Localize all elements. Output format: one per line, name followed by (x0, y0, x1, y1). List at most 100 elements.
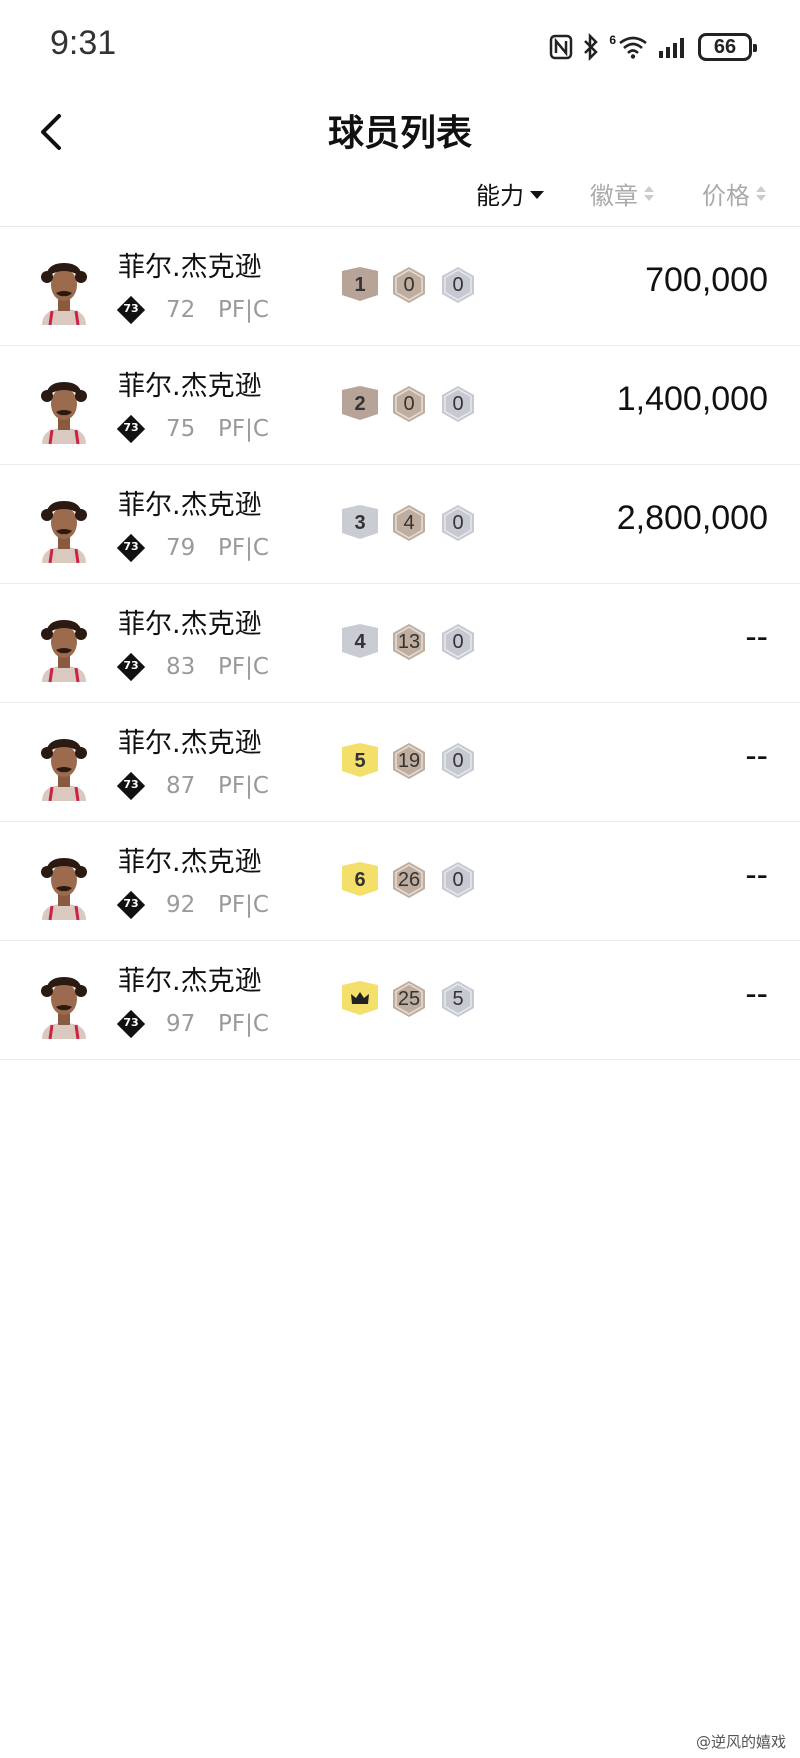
level-badge (340, 981, 380, 1017)
player-badges: 1 0 0 (340, 265, 478, 305)
player-row[interactable]: 菲尔.杰克逊 73 75 PF|C 2 0 0 1,400,000 (0, 346, 800, 465)
player-list: 菲尔.杰克逊 73 72 PF|C 1 0 0 700,000 菲尔.杰克逊 73 75 PF|C 2… (0, 227, 800, 1060)
player-name: 菲尔.杰克逊 (118, 847, 262, 878)
card-rating: 73 (123, 778, 139, 791)
sort-badge-button[interactable]: 徽章 (590, 176, 654, 211)
badge-count-value: 19 (397, 750, 421, 772)
player-price: -- (745, 856, 768, 894)
badge-count-hex: 13 (389, 622, 429, 662)
card-rating-diamond-icon: 73 (116, 890, 146, 920)
player-avatar (28, 729, 100, 802)
level-badge: 5 (340, 743, 380, 779)
badge-count-hex: 0 (389, 265, 429, 305)
player-row[interactable]: 菲尔.杰克逊 73 79 PF|C 3 4 0 2,800,000 (0, 465, 800, 584)
player-badges: 4 13 0 (340, 622, 478, 662)
status-time: 9:31 (50, 24, 117, 62)
player-row[interactable]: 菲尔.杰克逊 73 92 PF|C 6 26 0 -- (0, 822, 800, 941)
player-price: 700,000 (645, 261, 768, 299)
sort-price-label: 价格 (702, 182, 750, 210)
player-position: PF|C (218, 535, 269, 561)
sort-badge-label: 徽章 (590, 182, 638, 210)
player-avatar (28, 610, 100, 683)
battery-level: 66 (713, 35, 737, 58)
badge-count-hex: 0 (438, 860, 478, 900)
player-avatar (28, 372, 100, 445)
player-ovr: 72 (166, 297, 196, 323)
network-type-label: 6 (609, 33, 616, 47)
player-avatar (28, 491, 100, 564)
player-position: PF|C (218, 416, 269, 442)
player-price: -- (745, 975, 768, 1013)
card-rating: 73 (123, 659, 139, 672)
nfc-icon (550, 34, 573, 60)
player-ovr: 75 (166, 416, 196, 442)
player-row[interactable]: 菲尔.杰克逊 73 97 PF|C 25 5 -- (0, 941, 800, 1060)
badge-count-value: 0 (452, 274, 464, 296)
badge-count-hex: 4 (389, 503, 429, 543)
card-rating-diamond-icon: 73 (116, 533, 146, 563)
badge-count-value: 0 (452, 869, 464, 891)
status-icons: 6 66 (549, 30, 757, 64)
card-rating: 73 (123, 540, 139, 553)
sort-price-button[interactable]: 价格 (702, 176, 766, 211)
bluetooth-icon (584, 33, 599, 61)
player-row[interactable]: 菲尔.杰克逊 73 87 PF|C 5 19 0 -- (0, 703, 800, 822)
badge-count-value: 0 (403, 393, 415, 415)
badge-count-value: 26 (397, 869, 421, 891)
badge-count-hex: 0 (438, 741, 478, 781)
player-name: 菲尔.杰克逊 (118, 252, 262, 283)
player-row[interactable]: 菲尔.杰克逊 73 72 PF|C 1 0 0 700,000 (0, 227, 800, 346)
player-name: 菲尔.杰克逊 (118, 728, 262, 759)
badge-count-hex: 0 (438, 503, 478, 543)
status-bar: 9:31 6 66 (0, 0, 800, 90)
card-rating: 73 (123, 302, 139, 315)
level-badge: 2 (340, 386, 380, 422)
badge-count-hex: 26 (389, 860, 429, 900)
player-position: PF|C (218, 773, 269, 799)
player-avatar (28, 967, 100, 1040)
player-ovr: 97 (166, 1011, 196, 1037)
player-price: -- (745, 618, 768, 656)
card-rating-diamond-icon: 73 (116, 295, 146, 325)
signal-icon (659, 38, 684, 58)
player-ovr: 83 (166, 654, 196, 680)
badge-count-hex: 0 (389, 384, 429, 424)
player-ovr: 87 (166, 773, 196, 799)
player-name: 菲尔.杰克逊 (118, 371, 262, 402)
player-row[interactable]: 菲尔.杰克逊 73 83 PF|C 4 13 0 -- (0, 584, 800, 703)
player-position: PF|C (218, 1011, 269, 1037)
sort-ability-button[interactable]: 能力 (476, 176, 544, 211)
player-name: 菲尔.杰克逊 (118, 966, 262, 997)
player-badges: 2 0 0 (340, 384, 478, 424)
caret-down-icon (530, 191, 544, 199)
player-badges: 25 5 (340, 979, 478, 1019)
badge-count-hex: 25 (389, 979, 429, 1019)
player-badges: 5 19 0 (340, 741, 478, 781)
player-price: 1,400,000 (616, 380, 768, 418)
badge-count-value: 5 (452, 988, 464, 1010)
player-badges: 6 26 0 (340, 860, 478, 900)
badge-count-value: 4 (403, 512, 415, 534)
badge-count-value: 0 (452, 393, 464, 415)
player-ovr: 79 (166, 535, 196, 561)
sort-bar: 能力 徽章 价格 (0, 170, 800, 227)
player-position: PF|C (218, 654, 269, 680)
crown-icon (351, 992, 369, 1004)
card-rating: 73 (123, 1016, 139, 1029)
level-badge: 1 (340, 267, 380, 303)
badge-count-value: 25 (397, 988, 421, 1010)
level-badge: 4 (340, 624, 380, 660)
badge-count-value: 0 (403, 274, 415, 296)
battery-icon: 66 (698, 33, 757, 61)
badge-count-hex: 19 (389, 741, 429, 781)
badge-count-hex: 0 (438, 622, 478, 662)
card-rating: 73 (123, 421, 139, 434)
level-value: 1 (354, 274, 366, 296)
player-avatar (28, 848, 100, 921)
player-price: -- (745, 737, 768, 775)
player-ovr: 92 (166, 892, 196, 918)
sort-ability-label: 能力 (476, 182, 524, 210)
card-rating-diamond-icon: 73 (116, 652, 146, 682)
badge-count-value: 0 (452, 750, 464, 772)
page-title: 球员列表 (327, 113, 472, 154)
